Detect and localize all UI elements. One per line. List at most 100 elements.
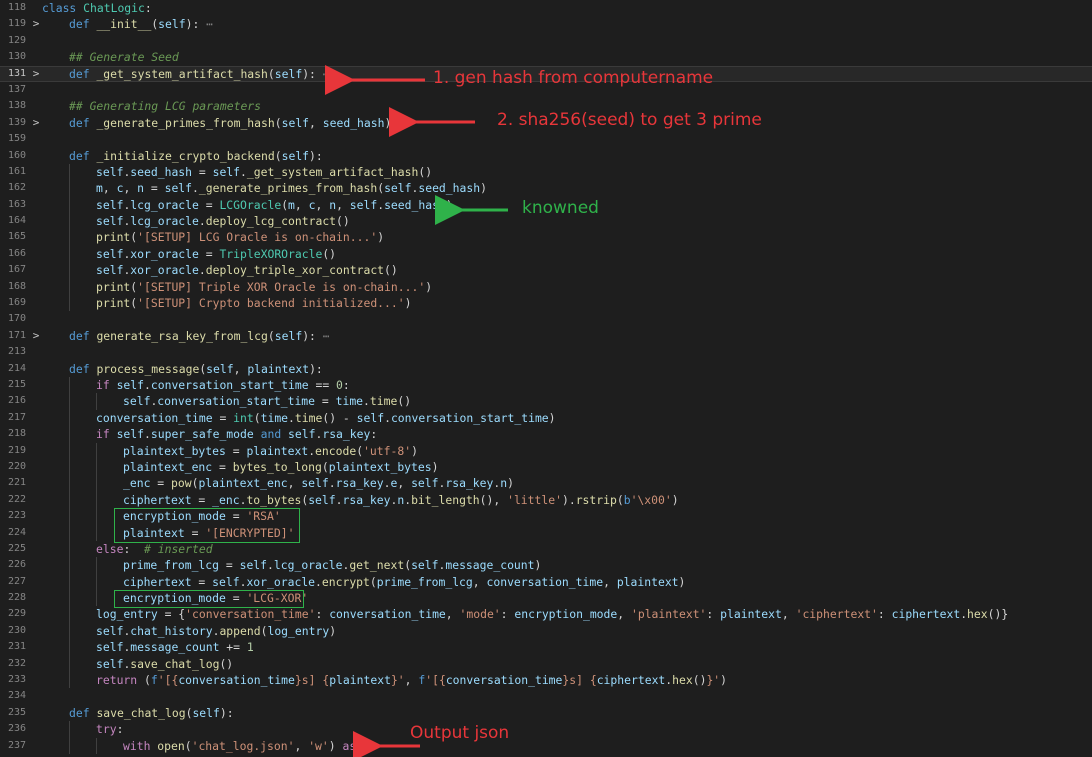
line-number: 237 <box>7 739 26 751</box>
code-token: () <box>397 394 412 409</box>
code-token: m <box>288 197 295 212</box>
code-line[interactable]: 235 def save_chat_log(self): <box>0 705 1092 721</box>
code-line[interactable]: 226 prime_from_lcg = self.lcg_oracle.get_… <box>0 557 1092 574</box>
code-token: b <box>623 492 631 507</box>
code-line[interactable]: 227 ciphertext = self.xor_oracle.encrypt(… <box>0 573 1092 591</box>
code-line[interactable]: 219 plaintext_bytes = plaintext.encode('u… <box>0 442 1092 459</box>
code-token: plaintext <box>720 607 782 622</box>
code-line[interactable]: 161 self.seed_hash = self._get_system_art… <box>0 163 1092 181</box>
code-token: conversation_time <box>445 673 563 688</box>
code-line[interactable]: 216 self.conversation_start_time = time.t… <box>0 393 1092 410</box>
code-line[interactable]: 214 def process_message(self, plaintext): <box>0 361 1092 377</box>
code-line[interactable]: 221 _enc = pow(plaintext_enc, self.rsa_ke… <box>0 475 1092 492</box>
code-token: ). <box>561 492 576 507</box>
code-token: self <box>411 476 439 491</box>
code-token: : <box>342 377 350 392</box>
fold-chevron-icon[interactable]: > <box>31 115 41 131</box>
annotation-note-4: Output json <box>410 723 510 743</box>
code-line[interactable]: 213 <box>0 344 1092 360</box>
line-number: 224 <box>7 526 26 538</box>
code-token: _get_system_artifact_hash <box>96 66 268 81</box>
code-token: . <box>198 263 206 278</box>
code-token: bytes_to_long <box>232 459 322 474</box>
code-token: ) <box>377 230 385 245</box>
code-token: '[SETUP] LCG Oracle is on-chain...' <box>137 230 378 245</box>
code-line[interactable]: 165 print('[SETUP] LCG Oracle is on-chain… <box>0 229 1092 246</box>
code-line[interactable]: 218 if self.super_safe_mode and self.rsa_… <box>0 426 1092 443</box>
code-token: ⋯ <box>315 66 330 81</box>
code-line[interactable]: 119 > def __init__(self): ⋯ <box>0 16 1092 32</box>
code-line[interactable]: 234 <box>0 688 1092 704</box>
code-token: plaintext_bytes <box>123 443 226 458</box>
fold-chevron-icon[interactable]: > <box>31 16 41 32</box>
code-line[interactable]: 160 def _initialize_crypto_backend(self): <box>0 148 1092 164</box>
code-line[interactable]: 118 class ChatLogic: <box>0 0 1092 16</box>
fold-chevron-icon[interactable]: > <box>31 67 41 81</box>
code-token: , <box>287 476 302 491</box>
code-token: def <box>69 361 97 376</box>
code-token: : <box>369 738 377 753</box>
code-line[interactable]: 168 print('[SETUP] Triple XOR Oracle is o… <box>0 278 1092 296</box>
code-token: () <box>384 263 398 278</box>
code-token: ( <box>369 574 377 589</box>
line-number: 159 <box>7 133 26 145</box>
line-number: 160 <box>7 149 26 161</box>
code-token: def <box>69 328 97 343</box>
code-token: self <box>308 492 336 507</box>
code-token: try <box>96 722 117 737</box>
code-token: xor_oracle <box>130 263 199 278</box>
code-token: f <box>150 673 158 688</box>
code-line[interactable]: 236 try: <box>0 721 1092 738</box>
code-line[interactable]: 171 > def generate_rsa_key_from_lcg(self):… <box>0 328 1092 344</box>
code-line[interactable]: 170 <box>0 311 1092 327</box>
code-token: save_chat_log <box>130 656 220 671</box>
code-line[interactable]: 232 self.save_chat_log() <box>0 655 1092 673</box>
code-line[interactable]: 162 m, c, n = self._generate_primes_from_… <box>0 180 1092 197</box>
code-line[interactable]: 217 conversation_time = int(time.time() -… <box>0 409 1092 427</box>
code-token: , <box>309 115 323 130</box>
code-line[interactable]: 130 ## Generate Seed <box>0 49 1092 65</box>
code-token: plaintext <box>329 673 391 688</box>
code-token: += <box>219 640 247 655</box>
line-number: 164 <box>7 215 26 227</box>
code-line[interactable]: 237 with open('chat_log.json', 'w') as f: <box>0 737 1092 754</box>
indent-guide <box>69 524 70 541</box>
code-token: ⋯ <box>199 17 214 32</box>
code-token: ): <box>185 17 200 32</box>
line-number: 166 <box>7 247 26 259</box>
code-token: . <box>383 476 391 491</box>
line-number: 167 <box>7 264 26 276</box>
code-line[interactable]: 233 return (f'[{conversation_time}s] {pla… <box>0 672 1092 689</box>
code-token: else <box>96 541 124 556</box>
code-line[interactable]: 166 self.xor_oracle = TripleXOROracle() <box>0 245 1092 263</box>
code-token: : <box>315 607 330 622</box>
code-line[interactable]: 220 plaintext_enc = bytes_to_long(plainte… <box>0 458 1092 476</box>
code-token: _enc <box>123 476 151 491</box>
code-token: , <box>315 197 330 212</box>
code-token: : <box>370 427 378 442</box>
code-line[interactable]: 230 self.chat_history.append(log_entry) <box>0 622 1092 640</box>
code-line[interactable]: 229 log_entry = {'conversation_time': con… <box>0 606 1092 623</box>
line-number: 161 <box>7 165 26 177</box>
code-line[interactable]: 231 self.message_count += 1 <box>0 639 1092 656</box>
code-token: conversation_time <box>96 410 213 425</box>
code-token: open <box>157 738 185 753</box>
code-token: lcg_oracle <box>273 558 343 573</box>
code-token: = <box>315 394 336 409</box>
code-token: . <box>328 476 336 491</box>
code-line[interactable]: 169 print('[SETUP] Crypto backend initial… <box>0 295 1092 312</box>
code-token: plaintext <box>616 574 679 589</box>
code-line[interactable]: 222 ciphertext = _enc.to_bytes(self.rsa_k… <box>0 491 1092 509</box>
code-line[interactable]: 129 <box>0 33 1092 49</box>
code-token: 'ciphertext' <box>795 607 878 622</box>
line-number: 215 <box>7 378 26 390</box>
fold-chevron-icon[interactable]: > <box>31 328 41 344</box>
code-text: self.seed_hash = self._get_system_artifa… <box>96 164 432 180</box>
code-line[interactable]: 225 else: # inserted <box>0 540 1092 558</box>
code-token: ciphertext <box>596 673 666 688</box>
code-line[interactable]: 167 self.xor_oracle.deploy_triple_xor_con… <box>0 262 1092 279</box>
code-line[interactable]: 159 <box>0 131 1092 147</box>
line-number: 226 <box>7 559 26 571</box>
code-token: self <box>123 394 151 409</box>
code-line[interactable]: 215 if self.conversation_start_time == 0: <box>0 376 1092 394</box>
